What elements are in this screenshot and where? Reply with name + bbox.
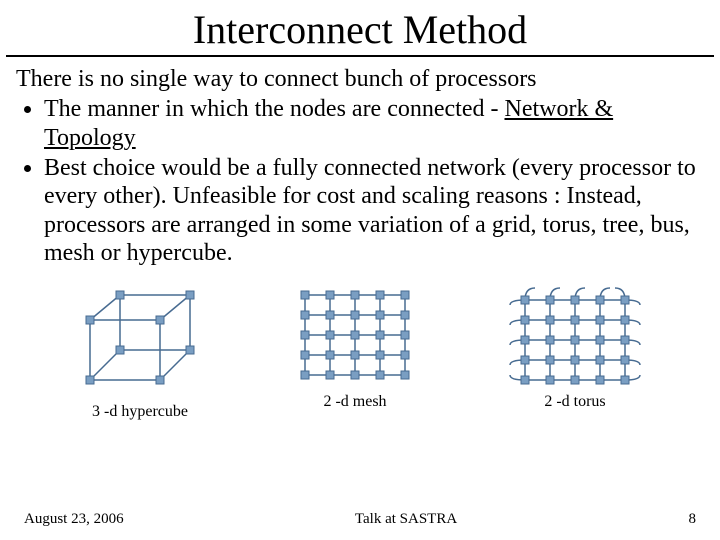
- title-divider: [6, 55, 714, 57]
- mesh-svg: [290, 285, 420, 385]
- bullet-item: Best choice would be a fully connected n…: [44, 154, 704, 267]
- body-text: There is no single way to connect bunch …: [0, 65, 720, 267]
- footer-page: 8: [688, 511, 696, 528]
- hypercube-svg: [70, 285, 210, 395]
- diagram-torus: 2 -d torus: [500, 285, 650, 411]
- diagram-hypercube: 3 -d hypercube: [70, 285, 210, 421]
- slide-title: Interconnect Method: [0, 0, 720, 55]
- bullet-item: The manner in which the nodes are connec…: [44, 95, 704, 152]
- torus-svg: [500, 285, 650, 385]
- diagram-row: 3 -d hypercube: [0, 285, 720, 421]
- footer-venue: Talk at SASTRA: [355, 511, 457, 528]
- intro-line: There is no single way to connect bunch …: [16, 65, 704, 93]
- footer-date: August 23, 2006: [24, 511, 124, 528]
- slide: Interconnect Method There is no single w…: [0, 0, 720, 540]
- bullet-text: Best choice would be a fully connected n…: [44, 155, 696, 266]
- footer: August 23, 2006 Talk at SASTRA 8: [0, 511, 720, 528]
- diagram-mesh: 2 -d mesh: [290, 285, 420, 411]
- bullet-list: The manner in which the nodes are connec…: [16, 95, 704, 267]
- diagram-caption: 3 -d hypercube: [70, 403, 210, 421]
- bullet-text-pre: The manner in which the nodes are connec…: [44, 96, 504, 122]
- diagram-caption: 2 -d mesh: [290, 393, 420, 411]
- diagram-caption: 2 -d torus: [500, 393, 650, 411]
